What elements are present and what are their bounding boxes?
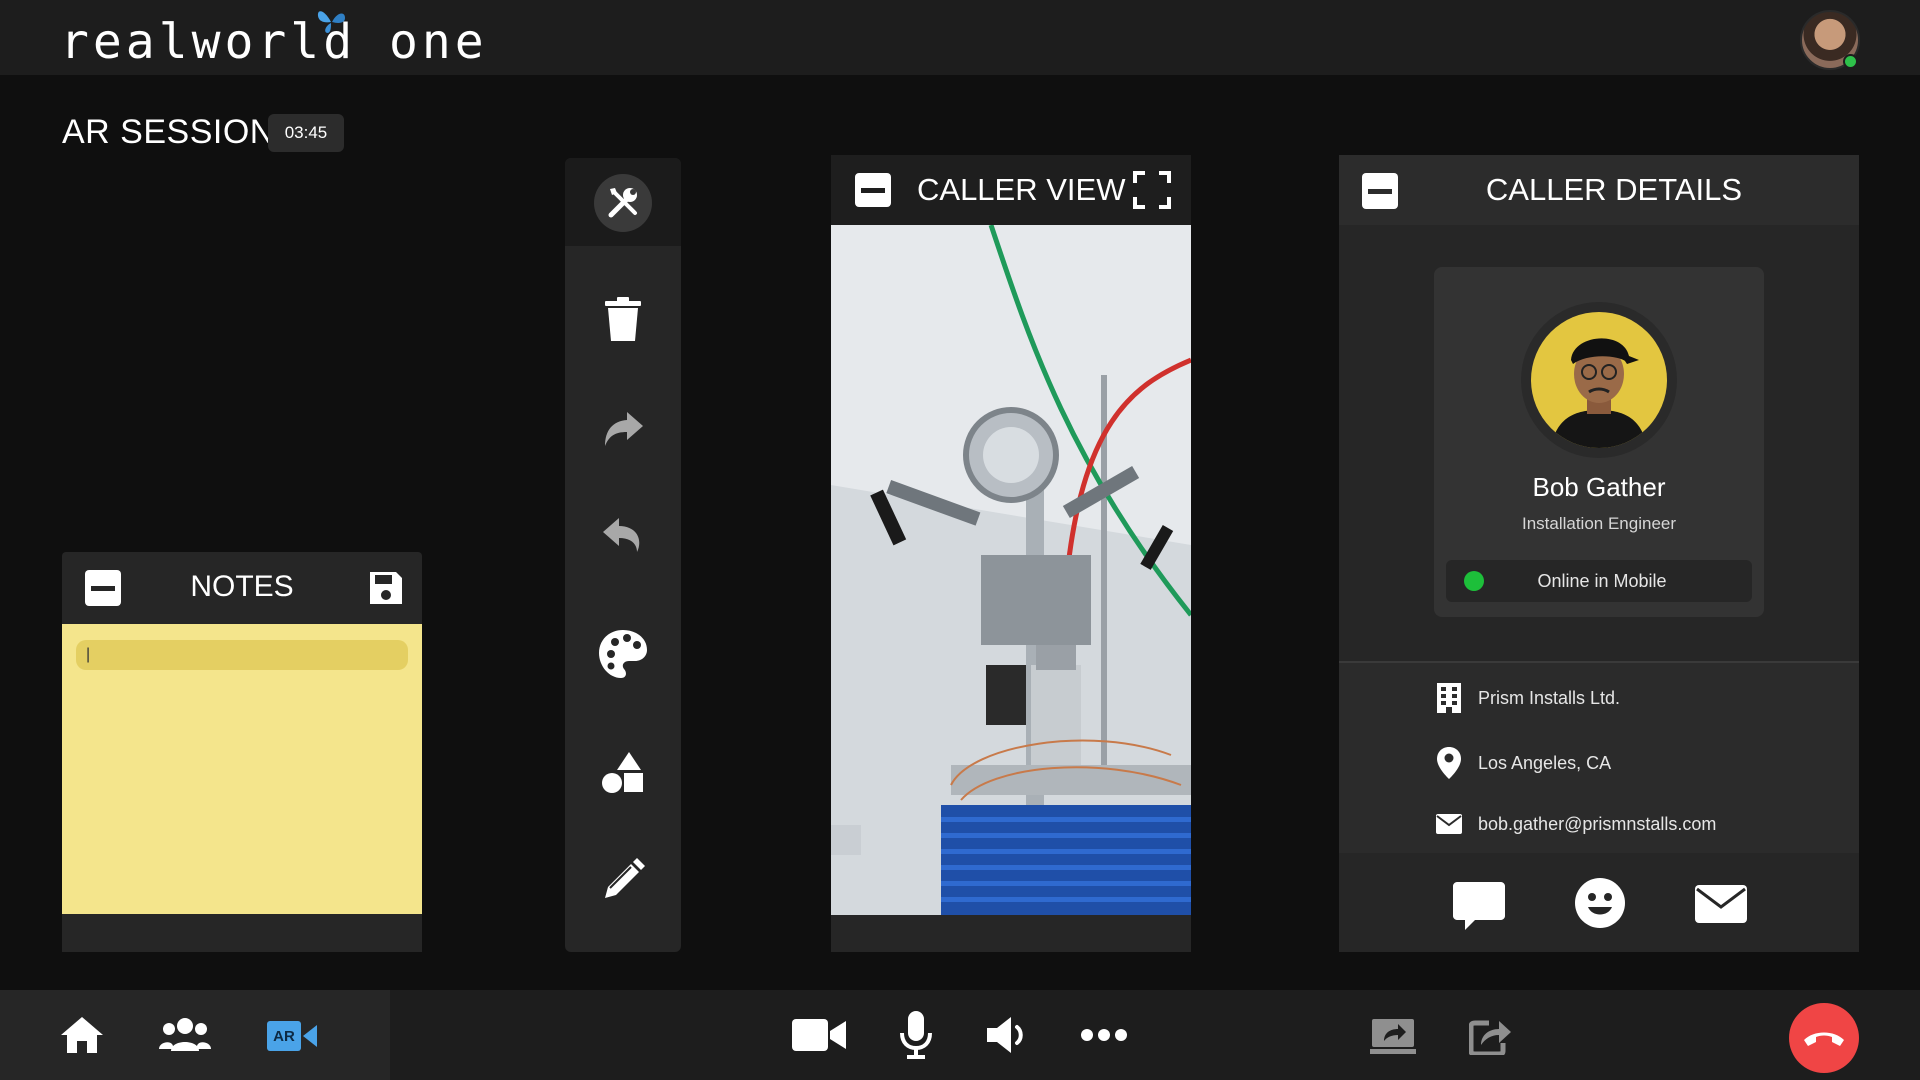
building-icon [1437, 683, 1461, 713]
email-row[interactable]: bob.gather@prismnstalls.com [1434, 804, 1716, 844]
trash-icon [605, 297, 641, 341]
microphone-button[interactable] [896, 1010, 936, 1060]
more-options-button[interactable] [1080, 1024, 1128, 1046]
caller-details-panel: CALLER DETAILS Bob Gather Installation E… [1339, 155, 1859, 952]
notes-header: NOTES [62, 552, 422, 624]
fullscreen-icon[interactable] [1133, 171, 1171, 209]
microphone-icon [900, 1011, 932, 1059]
users-icon [159, 1018, 211, 1051]
session-title: AR SESSION [62, 113, 275, 151]
emoji-icon[interactable] [1574, 877, 1626, 929]
shapes-button[interactable] [593, 742, 653, 802]
caller-view-header: CALLER VIEW [831, 155, 1191, 225]
bottom-bar: AR [0, 990, 1920, 1080]
contacts-button[interactable] [158, 1014, 212, 1056]
caller-details-title: CALLER DETAILS [1485, 172, 1743, 207]
annotation-toolbar [565, 158, 681, 952]
ar-badge: AR [267, 1021, 301, 1051]
user-online-indicator [1843, 54, 1858, 69]
location-pin-icon [1437, 747, 1461, 779]
caller-avatar-ring [1521, 302, 1677, 458]
caller-profile-card: Bob Gather Installation Engineer Online … [1434, 267, 1764, 617]
pencil-icon [605, 858, 645, 898]
butterfly-icon [317, 11, 345, 33]
delete-button[interactable] [593, 290, 653, 350]
video-toggle-button[interactable] [792, 1014, 846, 1056]
notes-input[interactable] [76, 640, 408, 670]
caller-details-header: CALLER DETAILS [1339, 155, 1859, 225]
caller-contact-info: Prism Installs Ltd. Los Angeles, CA bob.… [1339, 663, 1859, 853]
home-icon [61, 1017, 103, 1053]
top-header: realworld one [0, 0, 1920, 75]
shapes-icon [602, 752, 643, 793]
tools-icon [608, 188, 637, 218]
screen-share-icon [1370, 1019, 1416, 1054]
email-icon [1436, 814, 1462, 834]
notes-area[interactable] [62, 624, 422, 914]
notes-panel: NOTES [62, 552, 422, 952]
status-text: Online in Mobile [1537, 571, 1667, 591]
speaker-button[interactable] [984, 1014, 1030, 1056]
caller-view-minimize-button[interactable] [855, 173, 891, 207]
caller-view-panel: CALLER VIEW [831, 155, 1191, 952]
draw-button[interactable] [593, 850, 653, 910]
lab-equipment-image [831, 225, 1191, 915]
share-icon [1469, 1020, 1511, 1055]
redo-icon [605, 412, 643, 446]
undo-button[interactable] [593, 506, 653, 566]
caller-view-title: CALLER VIEW [917, 172, 1126, 207]
logo-text: realworld one [60, 14, 488, 70]
end-call-button[interactable] [1789, 1003, 1859, 1073]
app-logo: realworld one [60, 11, 488, 72]
home-button[interactable] [58, 1014, 106, 1056]
caller-status: Online in Mobile [1446, 560, 1752, 602]
minus-icon [861, 187, 885, 193]
caller-avatar [1531, 312, 1667, 448]
speaker-icon [987, 1017, 1023, 1053]
email-address[interactable]: bob.gather@prismnstalls.com [1478, 814, 1716, 835]
chat-icon[interactable] [1453, 880, 1505, 932]
share-button[interactable] [1468, 1014, 1514, 1056]
more-icon [1081, 1029, 1127, 1041]
company-name: Prism Installs Ltd. [1478, 687, 1621, 708]
mail-icon[interactable] [1695, 885, 1747, 923]
bottom-nav: AR [0, 990, 390, 1080]
location-row: Los Angeles, CA [1434, 743, 1611, 783]
location: Los Angeles, CA [1478, 752, 1612, 773]
session-timer: 03:45 [268, 114, 344, 152]
screen-share-button[interactable] [1370, 1016, 1416, 1056]
person-illustration [1551, 338, 1647, 448]
save-icon[interactable] [366, 568, 406, 608]
caller-name: Bob Gather [1532, 472, 1666, 502]
end-call-icon [1804, 1032, 1844, 1046]
video-camera-icon [792, 1019, 846, 1051]
ar-session-button[interactable]: AR [264, 1018, 320, 1054]
company-row: Prism Installs Ltd. [1434, 678, 1620, 718]
caller-role: Installation Engineer [1521, 514, 1677, 533]
undo-icon [603, 518, 640, 552]
caller-camera-feed[interactable] [831, 225, 1191, 915]
redo-button[interactable] [593, 398, 653, 458]
toolbar-header [565, 158, 681, 246]
palette-icon [599, 630, 647, 678]
color-palette-button[interactable] [593, 624, 653, 684]
ar-video-icon [303, 1025, 317, 1047]
tools-button[interactable] [594, 174, 652, 232]
caller-actions [1339, 855, 1859, 952]
